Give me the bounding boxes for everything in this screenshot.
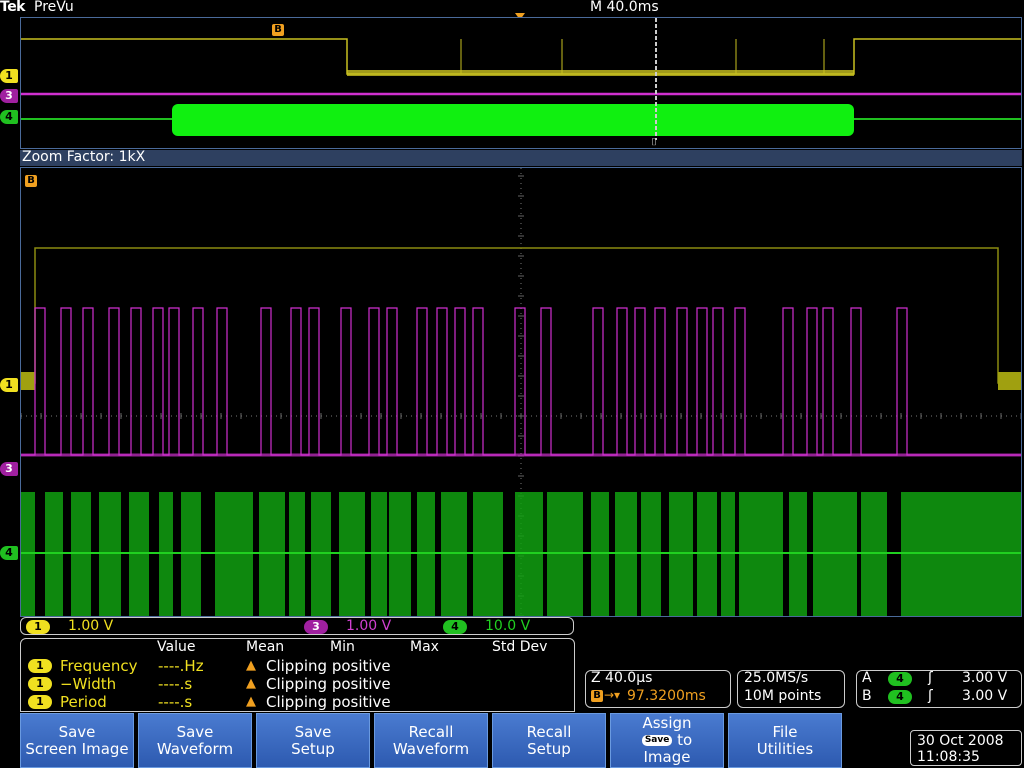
button-label: Setup [527, 739, 571, 758]
date: 30 Oct 2008 [917, 733, 1004, 749]
ch3-ground-marker[interactable]: 3 [0, 462, 18, 476]
ch3-scale[interactable]: 1.00 V [346, 618, 391, 634]
overview-b-trigger-marker[interactable]: B [272, 24, 284, 36]
timebase-readout: M 40.0ms [590, 0, 659, 15]
header-min: Min [330, 639, 355, 655]
overview-ch3-marker[interactable]: 3 [0, 89, 18, 103]
button-label: Save [176, 722, 214, 741]
ch3-trace [21, 307, 1021, 456]
button-label: Waveform [156, 739, 234, 758]
button-label: File [772, 722, 798, 741]
measurement-status: Clipping positive [266, 657, 391, 675]
overview-ch4-burst [172, 104, 854, 136]
overview-panel [20, 17, 1022, 149]
recall-setup-button[interactable]: Recall Setup [492, 713, 606, 768]
save-screen-image-button[interactable]: Save Screen Image [20, 713, 134, 768]
date-time-readout: 30 Oct 2008 11:08:35 [910, 730, 1022, 766]
measurement-status: Clipping positive [266, 693, 391, 711]
tek-logo: Tek [0, 0, 26, 15]
measurement-channel-badge: 1 [28, 695, 52, 709]
save-waveform-button[interactable]: Save Waveform [138, 713, 252, 768]
warning-icon: ▲ [246, 658, 256, 673]
mode-label: PreVu [34, 0, 74, 15]
trigger-b-level: 3.00 V [962, 688, 1008, 704]
b-position-readout: 97.3200ms [627, 688, 706, 704]
zoom-scale-readout: Z 40.0µs [591, 670, 653, 686]
overview-ch1-burst [347, 70, 854, 76]
button-label: Recall [408, 722, 454, 741]
header-mean: Mean [246, 639, 285, 655]
header-value: Value [157, 639, 196, 655]
button-label: Screen Image [25, 739, 129, 758]
recall-waveform-button[interactable]: Recall Waveform [374, 713, 488, 768]
waveform-graticule [21, 168, 1021, 616]
rising-edge-icon: ʃ [928, 688, 933, 704]
button-label: Save [58, 722, 96, 741]
measurement-value: ----.s [158, 693, 193, 711]
arrow-right-icon: →▾ [604, 688, 621, 702]
file-utilities-button[interactable]: File Utilities [728, 713, 842, 768]
trigger-b-label: B [862, 688, 872, 704]
trigger-a-label: A [862, 670, 872, 686]
ch4-scale[interactable]: 10.0 V [485, 618, 530, 634]
ch1-noise-left [21, 372, 35, 390]
zoom-waveform-display[interactable] [20, 167, 1022, 617]
b-position-marker: B [591, 690, 603, 702]
zoom-bar [20, 150, 1022, 166]
measurement-channel-badge: 1 [28, 659, 52, 673]
button-label: Utilities [756, 739, 814, 758]
ch1-noise-right [998, 372, 1021, 390]
ch4-scale-badge[interactable]: 4 [443, 620, 467, 634]
measurement-status: Clipping positive [266, 675, 391, 693]
measurement-name: Frequency [60, 657, 138, 675]
trigger-a-source: 4 [888, 672, 912, 686]
zoom-box-marker[interactable]: ⌷ [651, 137, 657, 148]
ch1-ground-marker[interactable]: 1 [0, 378, 18, 392]
measurement-channel-badge: 1 [28, 677, 52, 691]
overview-ch1-trace [21, 38, 1021, 75]
button-label: Assign [642, 714, 692, 732]
save-setup-button[interactable]: Save Setup [256, 713, 370, 768]
save-key-chip: Save [641, 735, 673, 746]
button-label: to [677, 731, 693, 749]
ch1-scale-badge[interactable]: 1 [26, 620, 50, 634]
warning-icon: ▲ [246, 694, 256, 709]
rising-edge-icon: ʃ [928, 670, 933, 686]
measurement-value: ----.Hz [158, 657, 204, 675]
status-header [0, 0, 1024, 16]
assign-save-button[interactable]: Assign Save to Image [610, 713, 724, 768]
record-length: 10M points [744, 688, 822, 704]
header-max: Max [410, 639, 439, 655]
trigger-a-level: 3.00 V [962, 670, 1008, 686]
time: 11:08:35 [917, 749, 980, 765]
button-label: Waveform [392, 739, 470, 758]
ch4-ground-marker[interactable]: 4 [0, 546, 18, 560]
overview-ch1-marker[interactable]: 1 [0, 69, 18, 83]
trigger-b-source: 4 [888, 690, 912, 704]
measurement-name: Period [60, 693, 107, 711]
measurement-name: −Width [60, 675, 117, 693]
sample-rate: 25.0MS/s [744, 670, 809, 686]
button-label: Save [294, 722, 332, 741]
overview-ch4-marker[interactable]: 4 [0, 110, 18, 124]
warning-icon: ▲ [246, 676, 256, 691]
header-std-dev: Std Dev [492, 639, 548, 655]
ch3-scale-badge[interactable]: 3 [304, 620, 328, 634]
zoom-b-trigger-marker[interactable]: B [25, 175, 37, 187]
overview-waveforms [21, 18, 1021, 140]
zoom-factor-label: Zoom Factor: 1kX [22, 149, 146, 165]
measurement-value: ----.s [158, 675, 193, 693]
ch1-scale[interactable]: 1.00 V [68, 618, 113, 634]
button-label: Recall [526, 722, 572, 741]
button-label: Image [643, 748, 691, 766]
button-label: Setup [291, 739, 335, 758]
